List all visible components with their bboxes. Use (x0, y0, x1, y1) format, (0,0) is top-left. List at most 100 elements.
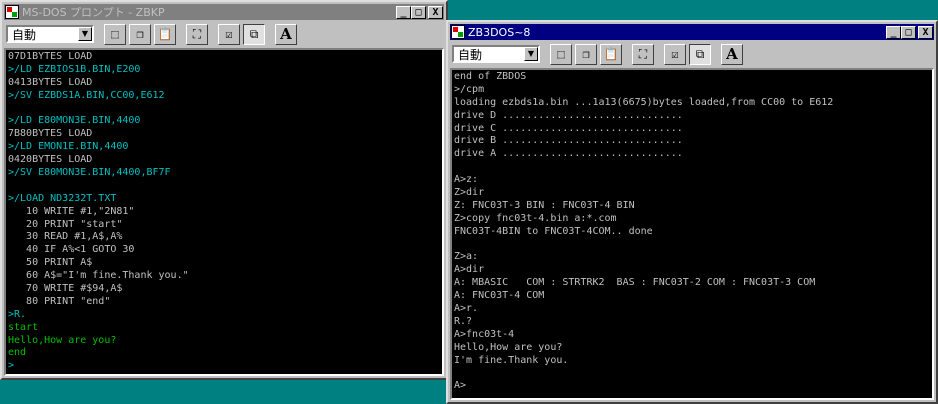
console-line: loading ezbds1a.bin ...1a13(6675)bytes l… (454, 96, 834, 108)
left-window-titlebar[interactable]: MS-DOS プロンプト - ZBKP _ □ X (4, 4, 444, 20)
copy-icon: ❐ (136, 27, 144, 41)
font-size-select[interactable]: 自動 ▼ (452, 45, 540, 63)
console-line: >/SV E80MON3E.BIN,4400,BF7F (8, 167, 171, 179)
fullscreen-button[interactable]: ⛶ (186, 23, 208, 45)
console-line: Z>copy fnc03t-4.bin a:*.com (454, 212, 617, 224)
paste-icon: 📋 (157, 27, 173, 41)
console-line: >/LD EMON1E.BIN,4400 (8, 141, 129, 153)
console-line: start (8, 321, 39, 333)
mark-icon: ⬚ (557, 47, 565, 61)
mark-button[interactable]: ⬚ (550, 43, 572, 65)
font-button[interactable]: A (275, 23, 297, 45)
fullscreen-button[interactable]: ⛶ (632, 43, 654, 65)
copy-icon: ❐ (582, 47, 590, 61)
copy-button[interactable]: ❐ (129, 23, 151, 45)
console-line: 07D1BYTES LOAD (8, 51, 93, 62)
console-line: >R. (8, 308, 27, 320)
console-line: end of ZBDOS (454, 71, 527, 82)
console-line: >/LOAD ND3232T.TXT (8, 192, 117, 204)
properties-button[interactable]: ☑ (664, 43, 686, 65)
right-console-output[interactable]: end of ZBDOS >/cpm loading ezbds1a.bin ...… (450, 68, 934, 400)
console-line: 7B80BYTES LOAD (8, 128, 93, 140)
left-dos-window[interactable]: MS-DOS プロンプト - ZBKP _ □ X 自動 ▼ ⬚ ❐ 📋 ⛶ ☑… (0, 0, 448, 380)
console-line: R.? (454, 315, 473, 327)
console-line: A: MBASIC COM : STRTRK2 BAS : FNC03T-2 C… (454, 277, 816, 289)
console-line: drive A .............................. (454, 148, 683, 160)
console-line: Z>a: (454, 251, 479, 263)
left-console-output[interactable]: 07D1BYTES LOAD >/LD EZBIOS1B.BIN,E200 0413… (4, 48, 444, 376)
console-line: Z>dir (454, 187, 485, 199)
console-line: A>r. (454, 303, 479, 315)
console-line: 80 PRINT "end" (8, 295, 111, 307)
console-line: 60 A$="I'm fine.Thank you." (8, 270, 189, 282)
minimize-button[interactable]: _ (886, 25, 901, 39)
left-window-title: MS-DOS プロンプト - ZBKP (22, 6, 165, 19)
background-icon: ⧉ (249, 27, 259, 41)
background-button[interactable]: ⧉ (689, 43, 711, 65)
close-button[interactable]: X (428, 5, 443, 19)
font-button[interactable]: A (721, 43, 743, 65)
console-line: 40 IF A%<1 GOTO 30 (8, 244, 135, 256)
paste-button[interactable]: 📋 (600, 43, 622, 65)
fullscreen-icon: ⛶ (192, 27, 202, 41)
minimize-button[interactable]: _ (396, 5, 411, 19)
console-line: 70 WRITE #$94,A$ (8, 283, 123, 295)
properties-icon: ☑ (671, 47, 679, 61)
console-line: >/cpm (454, 83, 485, 95)
right-toolbar: 自動 ▼ ⬚ ❐ 📋 ⛶ ☑ ⧉ A (450, 41, 934, 67)
mark-button[interactable]: ⬚ (104, 23, 126, 45)
paste-icon: 📋 (603, 47, 619, 61)
console-line: 30 READ #1,A$,A% (8, 231, 123, 243)
console-line: drive B .............................. (454, 135, 683, 147)
right-window-titlebar[interactable]: ZB3DOS~8 _ □ X (450, 24, 934, 40)
paste-button[interactable]: 📋 (154, 23, 176, 45)
properties-button[interactable]: ☑ (218, 23, 240, 45)
mark-icon: ⬚ (111, 27, 119, 41)
console-line: Hello,How are you? (454, 341, 563, 353)
console-line: A>dir (454, 264, 485, 276)
console-line: 10 WRITE #1,"2N81" (8, 205, 135, 217)
console-line: drive D .............................. (454, 109, 683, 121)
right-window-title: ZB3DOS~8 (468, 25, 531, 39)
background-icon: ⧉ (695, 47, 705, 61)
console-line: A> (454, 380, 467, 392)
font-size-value: 自動 (458, 47, 483, 62)
console-line: >/SV EZBDS1A.BIN,CC00,E612 (8, 89, 165, 101)
msdos-icon[interactable] (5, 5, 19, 19)
console-line: I'm fine.Thank you. (454, 354, 569, 366)
console-line: > (8, 360, 15, 372)
console-line: >/LD EZBIOS1B.BIN,E200 (8, 63, 141, 75)
properties-icon: ☑ (225, 27, 233, 41)
left-toolbar: 自動 ▼ ⬚ ❐ 📋 ⛶ ☑ ⧉ A (4, 21, 444, 47)
maximize-button[interactable]: □ (411, 5, 426, 19)
console-line: drive C .............................. (454, 122, 683, 134)
background-button[interactable]: ⧉ (243, 23, 265, 45)
console-line: 0413BYTES LOAD (8, 76, 93, 88)
console-line: FNC03T-4BIN to FNC03T-4COM.. done (454, 225, 653, 237)
console-line: A>z: (454, 174, 479, 186)
font-size-select[interactable]: 自動 ▼ (6, 25, 94, 43)
console-line: Z: FNC03T-3 BIN : FNC03T-4 BIN (454, 199, 635, 211)
console-line: A>fnc03t-4 (454, 328, 515, 340)
font-size-value: 自動 (12, 27, 37, 42)
right-dos-window[interactable]: ZB3DOS~8 _ □ X 自動 ▼ ⬚ ❐ 📋 ⛶ ☑ ⧉ A end of… (446, 20, 938, 404)
msdos-icon[interactable] (451, 25, 465, 39)
chevron-down-icon[interactable]: ▼ (78, 27, 92, 41)
fullscreen-icon: ⛶ (638, 47, 648, 61)
copy-button[interactable]: ❐ (575, 43, 597, 65)
font-icon: A (280, 25, 292, 43)
close-button[interactable]: X (918, 25, 933, 39)
console-line: 20 PRINT "start" (8, 218, 123, 230)
maximize-button[interactable]: □ (901, 25, 916, 39)
console-line: end (8, 347, 27, 359)
console-line: >/LD E80MON3E.BIN,4400 (8, 115, 141, 127)
console-line: A: FNC03T-4 COM (454, 290, 545, 302)
console-line: 0420BYTES LOAD (8, 154, 93, 166)
font-icon: A (726, 45, 738, 63)
chevron-down-icon[interactable]: ▼ (524, 47, 538, 61)
